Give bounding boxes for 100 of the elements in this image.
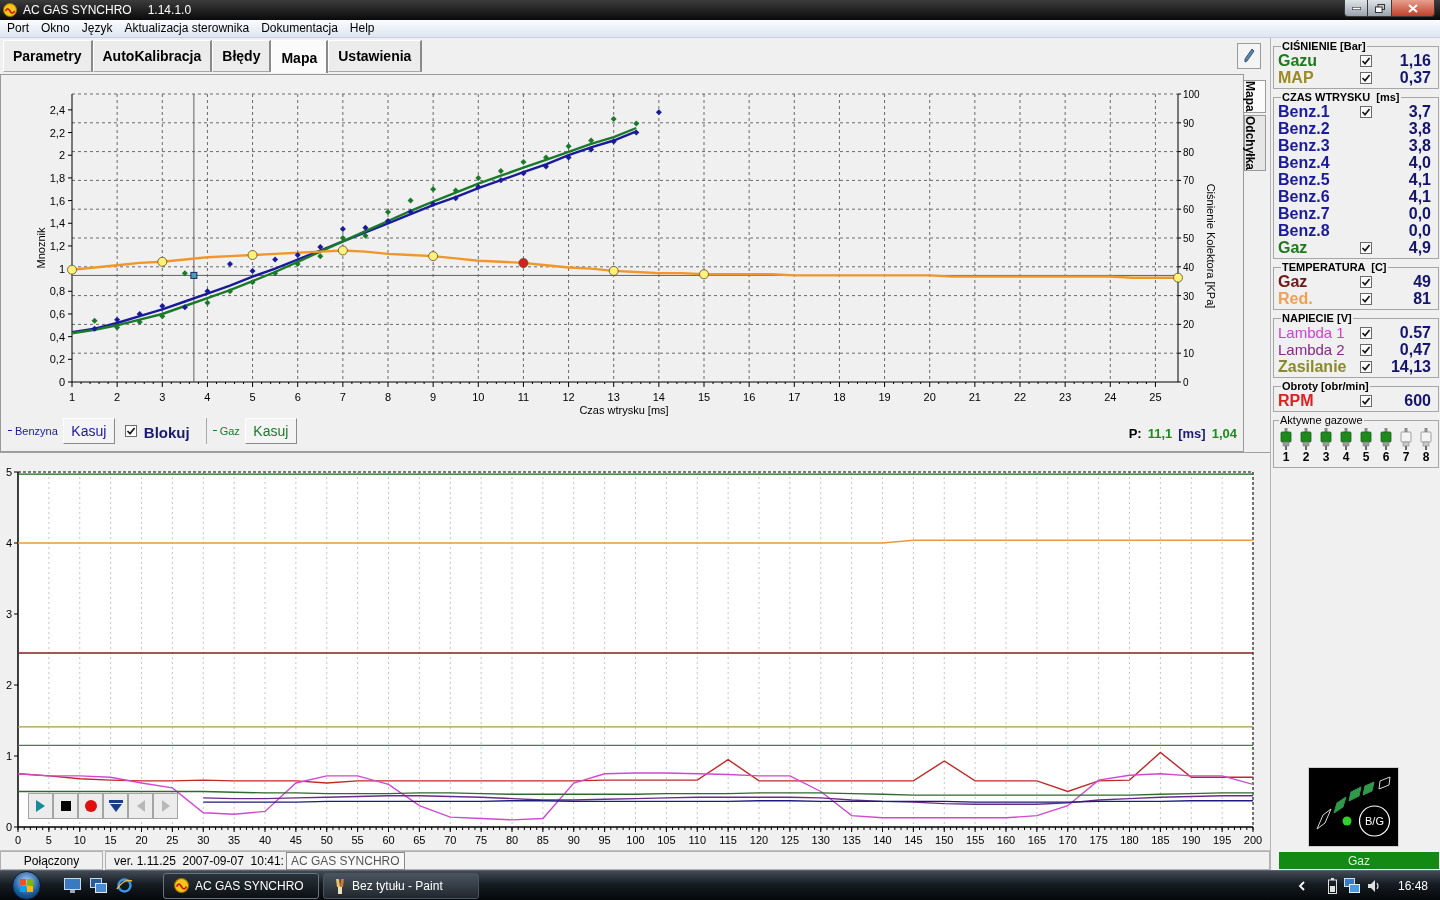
data-point [272,270,279,277]
minimize-button[interactable] [1344,0,1368,17]
fuel-mode-indicator: Gaz [1279,852,1439,869]
start-button[interactable] [12,871,41,900]
menu-item[interactable]: Okno [35,20,76,37]
checkbox-label: Blokuj [143,423,190,443]
edit-button[interactable] [1237,43,1261,69]
tab[interactable]: Błędy [212,40,272,72]
channel-checkbox[interactable] [1360,54,1372,67]
channel-checkbox[interactable] [1360,105,1372,118]
close-button[interactable] [1392,0,1435,17]
channel-checkbox[interactable] [1360,394,1372,407]
group-title: NAPIECIE [V] [1281,312,1353,324]
axis-tick-label: 140 [873,834,892,846]
reading-value: 0,0 [1408,222,1431,239]
data-point [339,225,346,232]
axis-tick-label: 22 [1013,391,1027,403]
clock[interactable]: 16:48 [1397,876,1428,895]
menu-item[interactable]: Dokumentacja [255,20,344,37]
group-title: Obroty [obr/min] [1281,380,1370,392]
side-tab[interactable]: Odchyłka [1244,114,1266,171]
tab[interactable]: Ustawienia [328,40,423,72]
stop-button[interactable] [53,793,78,819]
maximize-button[interactable] [1368,0,1392,17]
version-info: ver. 1.11.25 2007-09-07 10:41: [114,852,284,870]
axis-tick-label: 80 [505,834,519,846]
reading-value: 600 [1404,392,1431,409]
axis-tick-label: 160 [996,834,1016,846]
axis-tick-label: 20 [135,834,148,846]
app-logo-icon [3,3,17,17]
clear-button[interactable]: Kasuj [62,418,115,444]
axis-tick-label: 85 [536,834,549,846]
channel-checkbox[interactable] [1360,292,1372,305]
tooltip: AC GAS SYNCHRO [285,851,405,870]
axis-tick-label: 100 [626,834,645,846]
axis-tick-label: 130 [811,834,830,846]
close-icon [1408,3,1418,13]
axis-tick-label: 2 [5,679,13,691]
data-point [272,256,279,263]
clear-button[interactable]: Kasuj [244,418,297,444]
taskbar-button[interactable]: AC GAS SYNCHRO [163,872,319,899]
channel-checkbox[interactable] [1360,241,1372,254]
data-point [204,288,211,295]
readout-time: 11,1 [1147,425,1173,443]
legend-label: Gaz [219,424,240,439]
map-point[interactable] [247,250,258,260]
record-button[interactable] [78,793,103,819]
readout-unit: [ms] [1178,425,1206,443]
data-point [159,313,166,320]
channel-checkbox[interactable] [1360,326,1372,339]
battery-icon[interactable] [1327,877,1337,894]
fuel-switch-button[interactable]: B/G [1358,805,1390,837]
browser-button[interactable] [115,876,133,895]
menu-item[interactable]: Język [75,20,119,37]
axis-tick-label: 60 [382,834,395,846]
channel-checkbox[interactable] [1360,71,1372,84]
channel-checkbox[interactable] [1360,343,1372,356]
axis-tick-label: 3 [5,608,13,620]
reading-label: Benz.5 [1278,171,1331,188]
data-point [294,252,301,258]
group-title: CZAS WTRYSKU [ms] [1281,91,1401,103]
switch-windows-button[interactable] [89,876,107,895]
map-point[interactable] [337,245,348,256]
map-point[interactable] [157,256,168,267]
map-point[interactable] [518,258,529,268]
stacked-windows-icon [89,878,107,893]
network-icon[interactable] [1343,877,1360,894]
tab[interactable]: Mapa [271,40,329,73]
channel-checkbox[interactable] [1360,275,1372,288]
menu-item[interactable]: Aktualizacja sterownika [118,20,256,37]
map-point[interactable] [1173,272,1183,283]
side-tab[interactable]: Mapa [1244,80,1266,113]
map-point[interactable] [67,264,77,275]
axis-tick-label: 21 [968,391,981,403]
tab[interactable]: Parametry [3,40,93,72]
map-point[interactable] [699,269,709,280]
axis-tick-label: 105 [657,834,676,846]
lock-checkbox[interactable] [124,425,137,437]
tab[interactable]: AutoKalibracja [92,40,213,72]
reading-value: 3,7 [1408,103,1431,120]
menu-item[interactable]: Help [343,20,381,37]
version-label: 1.14.1.0 [147,2,192,19]
channel-checkbox[interactable] [1360,360,1372,373]
chevron-left-icon[interactable] [1297,880,1305,891]
map-point[interactable] [608,266,619,276]
down-button[interactable] [103,793,128,819]
menu-item[interactable]: Port [1,20,35,37]
reading-value: 4,1 [1408,188,1431,205]
show-desktop-button[interactable] [63,876,81,895]
reading-label: Lambda 1 [1278,324,1346,341]
map-point[interactable] [428,251,439,262]
axis-tick-label: 10 [73,834,86,846]
axis-tick-label: 15 [104,834,117,846]
taskbar-button[interactable]: Bez tytułu - Paint [323,872,479,899]
axis-tick-label: 17 [788,391,801,403]
axis-tick-label: 70 [1183,175,1195,187]
cursor-marker[interactable] [190,271,198,279]
axis-tick-label: 25 [1149,391,1162,403]
axis-tick-label: 7 [339,391,346,403]
speaker-icon[interactable] [1366,878,1381,893]
